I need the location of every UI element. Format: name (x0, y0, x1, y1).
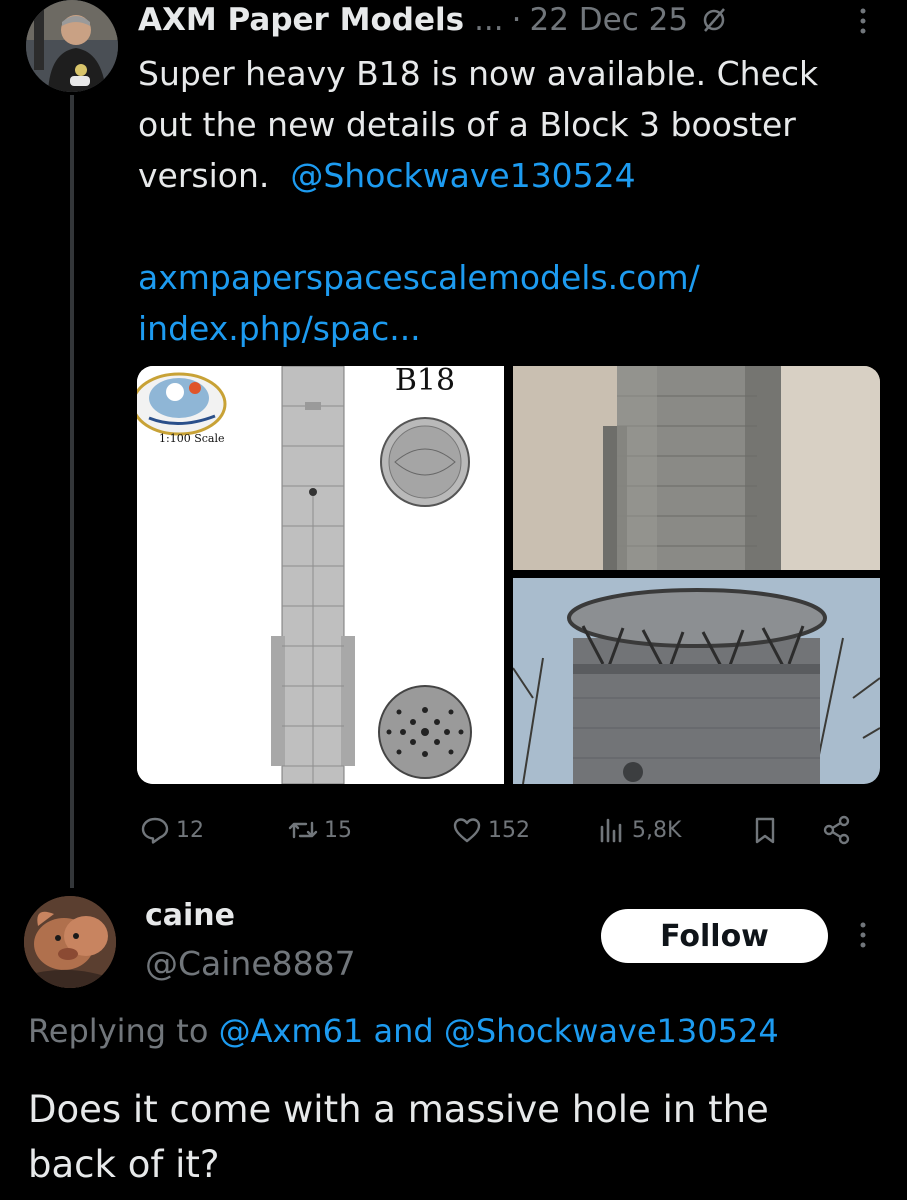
repost-count: 15 (324, 817, 352, 843)
replying-prefix: Replying to (28, 1012, 209, 1050)
blueprint-title: B18 (395, 366, 455, 398)
reply-button[interactable]: 12 (140, 808, 204, 852)
post-text-line3: version. (138, 156, 270, 195)
media-image-blueprint[interactable]: B18 1:100 Scale (137, 366, 504, 784)
post-date[interactable]: 22 Dec 25 (530, 2, 689, 38)
replying-and: and (373, 1012, 434, 1050)
bookmark-button[interactable] (750, 808, 786, 852)
reply-text-line: back of it? (28, 1143, 220, 1186)
reply-count: 12 (176, 817, 204, 843)
like-count: 152 (488, 817, 530, 843)
views-button[interactable]: 5,8K (596, 808, 681, 852)
share-icon (823, 815, 850, 845)
header-dot: · (511, 2, 522, 38)
author-name[interactable]: AXM Paper Models (138, 2, 464, 38)
replying-mention-1[interactable]: @Axm61 (219, 1012, 364, 1050)
grok-icon[interactable] (700, 6, 728, 34)
mention-link[interactable]: @Shockwave130524 (290, 156, 635, 195)
reply-author-handle[interactable]: @Caine8887 (145, 944, 356, 983)
post-text-line: out the new details of a Block 3 booster (138, 105, 796, 144)
bookmark-icon (755, 817, 775, 844)
name-ellipsis: ... (474, 2, 504, 38)
views-icon (600, 818, 622, 843)
like-button[interactable]: 152 (452, 808, 530, 852)
url-link-line2[interactable]: index.php/spac... (138, 303, 878, 354)
reply-icon (141, 817, 169, 844)
reply-author-name[interactable]: caine (145, 898, 235, 933)
author-avatar[interactable] (26, 0, 118, 92)
reply-more-options-icon[interactable] (858, 920, 868, 950)
reply-avatar[interactable] (24, 896, 116, 988)
share-button[interactable] (822, 808, 858, 852)
more-options-icon[interactable] (858, 6, 868, 36)
post-text: Super heavy B18 is now available. Check … (138, 48, 878, 354)
post-header: AXM Paper Models ... · 22 Dec 25 (138, 0, 878, 40)
media-grid: B18 1:100 Scale (137, 366, 880, 784)
replying-mention-2[interactable]: @Shockwave130524 (444, 1012, 779, 1050)
reply-text-line: Does it come with a massive hole in the (28, 1088, 769, 1131)
media-image-booster[interactable] (513, 366, 880, 570)
repost-button[interactable]: 15 (288, 808, 352, 852)
thread-line (70, 95, 74, 888)
post-actions: 12 15 152 5,8K (140, 808, 880, 852)
blueprint-scale: 1:100 Scale (159, 432, 224, 445)
post-text-line: Super heavy B18 is now available. Check (138, 54, 819, 93)
follow-button[interactable]: Follow (601, 909, 828, 963)
post-text-line: version. @Shockwave130524 (138, 150, 878, 201)
replying-to: Replying to @Axm61 and @Shockwave130524 (28, 1012, 779, 1050)
repost-icon (288, 821, 318, 839)
reply-text: Does it come with a massive hole in the … (28, 1082, 878, 1192)
url-link-line1[interactable]: axmpaperspacescalemodels.com/ (138, 252, 878, 303)
views-count: 5,8K (632, 817, 682, 843)
heart-icon (453, 818, 481, 843)
media-image-booster-top[interactable] (512, 578, 880, 784)
